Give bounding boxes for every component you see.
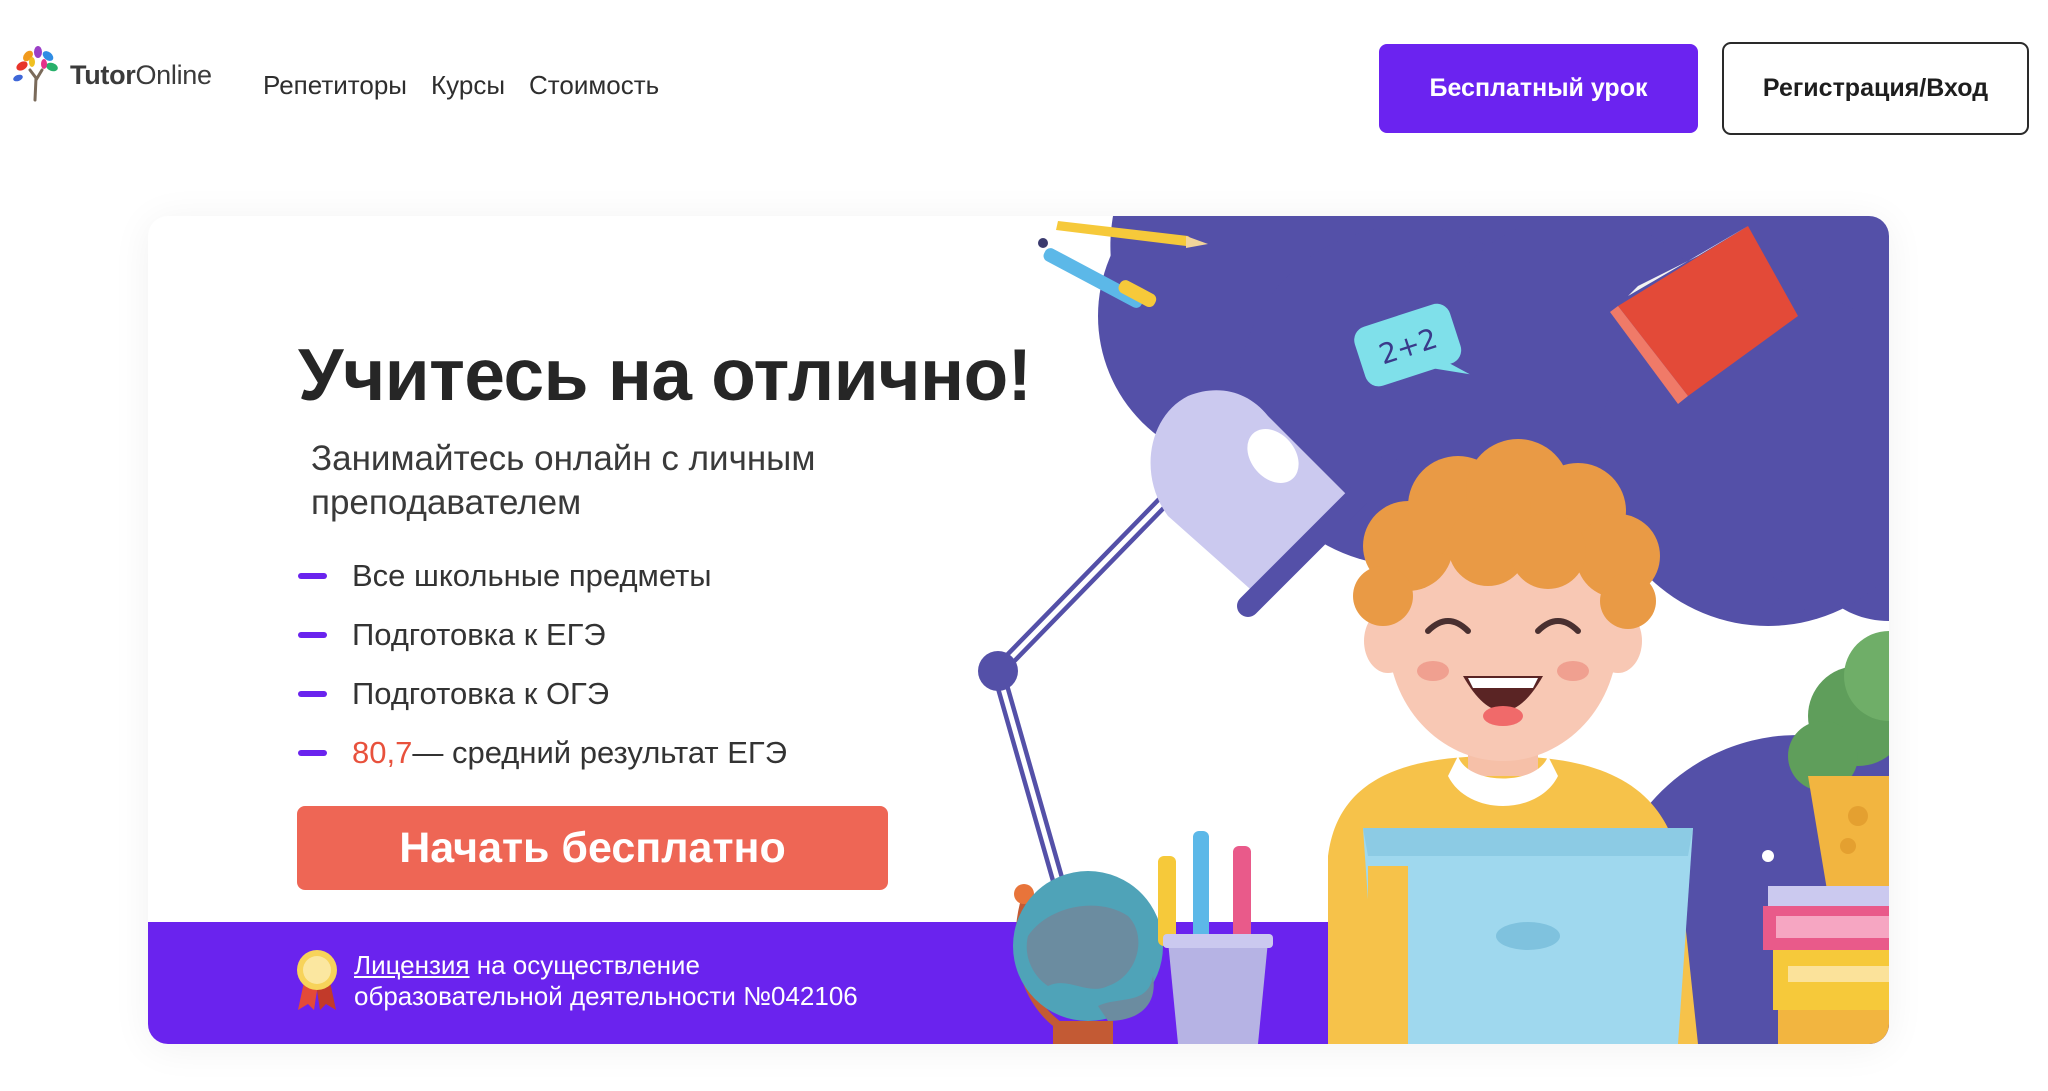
average-score-value: 80,7 bbox=[352, 734, 413, 770]
feature-item-average-score: 80,7 — средний результат ЕГЭ bbox=[298, 723, 787, 782]
main-nav: Репетиторы Курсы Стоимость bbox=[263, 70, 659, 101]
hero-banner: 2+2 5+ Учитесь на отлично! Занимайтесь о… bbox=[148, 216, 1889, 1044]
nav-item-courses[interactable]: Курсы bbox=[431, 70, 505, 101]
boy-illustration bbox=[1328, 439, 1698, 1044]
books-stack bbox=[1763, 886, 1889, 1044]
dash-bullet bbox=[298, 749, 327, 756]
dash-bullet bbox=[298, 690, 327, 697]
pencil-cup-icon bbox=[1158, 831, 1273, 1044]
features-list: Все школьные предметы Подготовка к ЕГЭ П… bbox=[298, 546, 787, 782]
feature-item: Все школьные предметы bbox=[298, 546, 787, 605]
feature-item: Подготовка к ЕГЭ bbox=[298, 605, 787, 664]
nav-item-tutors[interactable]: Репетиторы bbox=[263, 70, 407, 101]
hero-subtitle: Занимайтесь онлайн с личным преподавател… bbox=[311, 439, 816, 522]
logo[interactable]: TutorOnline bbox=[8, 36, 218, 106]
tree-icon bbox=[13, 46, 58, 102]
nav-item-pricing[interactable]: Стоимость bbox=[529, 70, 659, 101]
hero-title: Учитесь на отлично! bbox=[298, 335, 1032, 416]
free-lesson-button[interactable]: Бесплатный урок bbox=[1379, 44, 1698, 133]
dash-bullet bbox=[298, 572, 327, 579]
license-link[interactable]: Лицензия bbox=[354, 950, 470, 980]
start-free-button[interactable]: Начать бесплатно bbox=[297, 806, 888, 890]
license-text: Лицензия на осуществление образовательно… bbox=[354, 950, 858, 1011]
license-info: Лицензия на осуществление образовательно… bbox=[294, 950, 858, 1012]
feature-item: Подготовка к ОГЭ bbox=[298, 664, 787, 723]
logo-text: TutorOnline bbox=[70, 59, 212, 90]
medal-icon bbox=[297, 950, 337, 1010]
globe-icon bbox=[1013, 871, 1163, 1044]
site-header: TutorOnline Репетиторы Курсы Стоимость Б… bbox=[0, 0, 2048, 175]
dash-bullet bbox=[298, 631, 327, 638]
login-register-button[interactable]: Регистрация/Вход bbox=[1722, 42, 2029, 135]
